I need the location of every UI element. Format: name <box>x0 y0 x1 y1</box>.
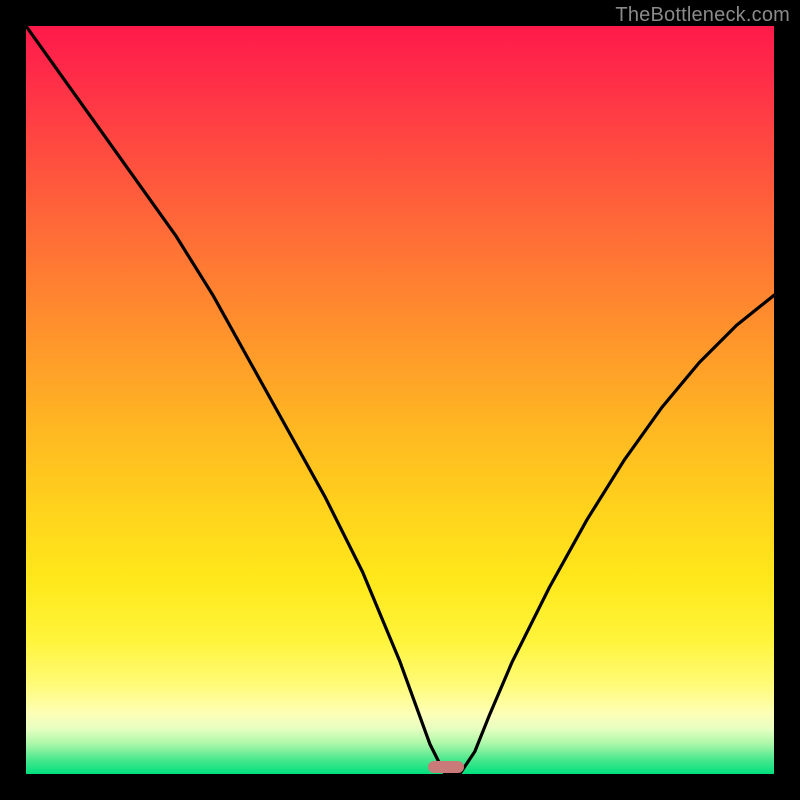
plot-area <box>26 26 774 774</box>
curve-layer <box>26 26 774 774</box>
watermark-text: TheBottleneck.com <box>615 4 790 27</box>
chart-frame: TheBottleneck.com <box>0 0 800 800</box>
minimum-marker <box>428 761 464 773</box>
bottleneck-curve <box>26 26 774 774</box>
